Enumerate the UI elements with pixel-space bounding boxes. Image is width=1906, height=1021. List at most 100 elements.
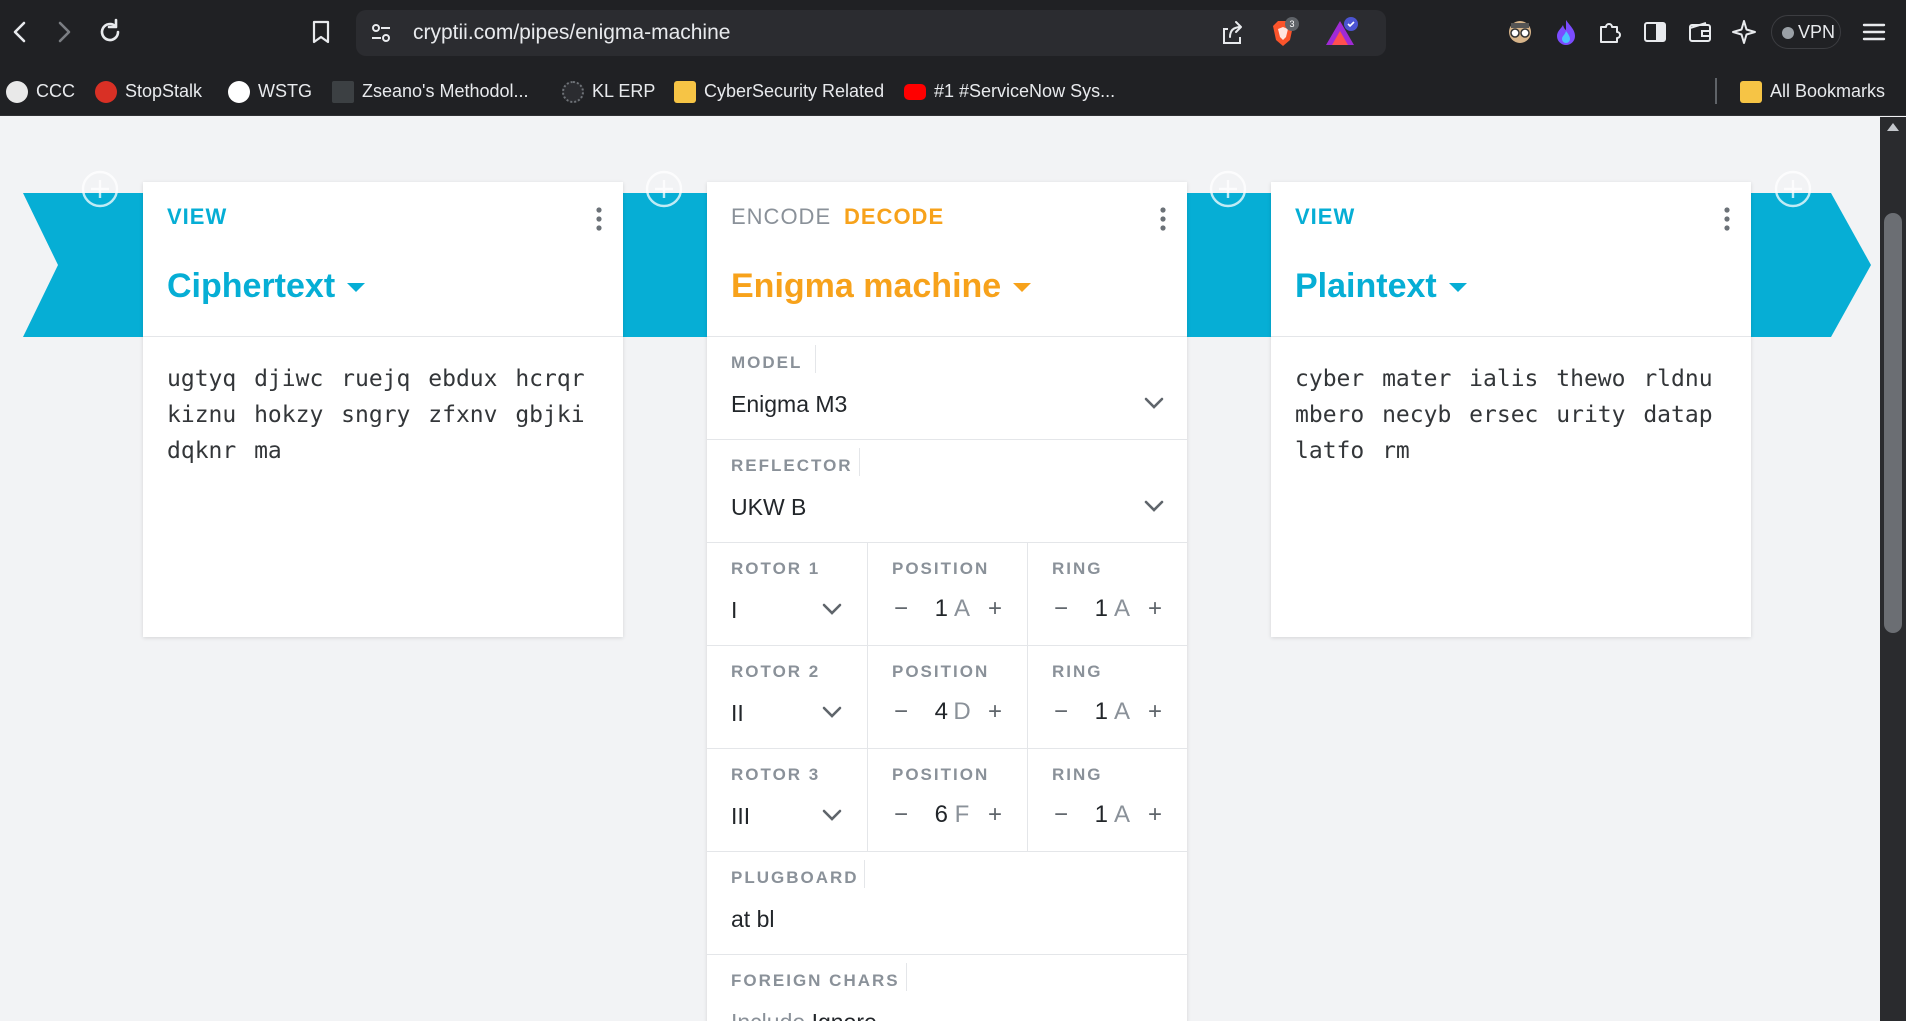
vpn-button[interactable]: VPN (1771, 15, 1841, 49)
chevron-down-icon (822, 706, 842, 718)
tab-encode[interactable]: ENCODE (731, 204, 831, 230)
page-scrollbar[interactable] (1880, 117, 1906, 1021)
extensions-puzzle-icon[interactable] (1595, 17, 1625, 47)
bookmark-wstg[interactable]: WSTG (228, 66, 312, 116)
brick-title-selector[interactable]: Enigma machine (731, 267, 1032, 306)
plugboard-input[interactable]: at bl (731, 906, 774, 933)
brick-title-selector[interactable]: Plaintext (1295, 267, 1467, 306)
ring-value[interactable]: 1 (1082, 595, 1108, 623)
position-value[interactable]: 4 (922, 698, 948, 726)
ring-letter: A (1113, 595, 1130, 622)
bookmark-all-bookmarks[interactable]: All Bookmarks (1740, 66, 1885, 116)
bookmark-page-button[interactable] (306, 17, 336, 47)
brick-title: Enigma machine (731, 267, 1002, 305)
chevron-down-icon (1144, 397, 1164, 409)
bookmark-cybersecurity-folder[interactable]: CyberSecurity Related (674, 66, 884, 116)
tab-view[interactable]: VIEW (1295, 204, 1355, 230)
increment-button[interactable]: + (1142, 698, 1168, 726)
brick-menu-button[interactable] (1159, 206, 1167, 232)
incognito-extension-icon[interactable] (1505, 17, 1535, 47)
increment-button[interactable]: + (982, 595, 1008, 623)
ccc-icon (6, 81, 28, 104)
ring-label: RING (1052, 765, 1103, 784)
reflector-select[interactable]: UKW B (731, 494, 806, 521)
brick-menu-button[interactable] (1723, 206, 1731, 232)
position-value[interactable]: 1 (922, 595, 948, 623)
decrement-button[interactable]: − (888, 698, 914, 726)
plaintext-textarea[interactable]: cyber mater ialis thewo rldnu mbero necy… (1271, 337, 1751, 637)
decrement-button[interactable]: − (1048, 801, 1074, 829)
folder-icon (674, 81, 696, 104)
brick-header: VIEW Plaintext (1271, 182, 1751, 337)
add-circle-icon (1209, 170, 1247, 208)
bookmark-kl-erp[interactable]: KL ERP (562, 66, 655, 116)
tab-view[interactable]: VIEW (167, 204, 227, 230)
reload-button[interactable] (92, 14, 128, 50)
plugboard-field[interactable]: PLUGBOARD at bl (707, 852, 1187, 955)
site-settings-icon[interactable] (368, 20, 394, 46)
add-brick-button[interactable] (1208, 169, 1248, 209)
youtube-icon (904, 84, 926, 101)
rotor-3-select[interactable]: ROTOR 3 III (707, 749, 868, 852)
rotor-value: II (731, 700, 744, 726)
bookmark-zseano[interactable]: Zseano's Methodol... (332, 66, 529, 116)
reflector-field[interactable]: REFLECTOR UKW B (707, 440, 1187, 543)
increment-button[interactable]: + (1142, 595, 1168, 623)
sidebar-toggle-icon[interactable] (1640, 17, 1670, 47)
wallet-icon[interactable] (1685, 17, 1715, 47)
decrement-button[interactable]: − (1048, 595, 1074, 623)
ring-value[interactable]: 1 (1082, 801, 1108, 829)
foreign-include-option[interactable]: Include (731, 1009, 805, 1021)
leo-ai-icon[interactable] (1729, 17, 1759, 47)
scrollbar-thumb[interactable] (1884, 213, 1902, 633)
brick-menu-button[interactable] (595, 206, 603, 232)
brave-shield-icon[interactable]: 3 (1266, 16, 1300, 50)
label-divider (864, 860, 865, 888)
decrement-button[interactable]: − (888, 595, 914, 623)
add-circle-icon (645, 170, 683, 208)
pipe-start-connector (23, 193, 144, 337)
bookmark-servicenow[interactable]: #1 #ServiceNow Sys... (904, 66, 1115, 116)
ciphertext-textarea[interactable]: ugtyq djiwc ruejq ebdux hcrqr kiznu hokz… (143, 337, 623, 637)
bookmark-stopstalk[interactable]: StopStalk (95, 66, 202, 116)
scroll-up-arrow-icon[interactable] (1887, 123, 1899, 131)
caret-down-icon (1448, 283, 1467, 292)
pipe-canvas: VIEW Ciphertext ugtyq djiwc ruejq ebdux … (0, 117, 1880, 1021)
rotor-1-select[interactable]: ROTOR 1 I (707, 543, 868, 646)
increment-button[interactable]: + (982, 801, 1008, 829)
flame-extension-icon[interactable] (1551, 17, 1581, 47)
add-brick-button[interactable] (80, 169, 120, 209)
decrement-button[interactable]: − (1048, 698, 1074, 726)
browser-toolbar: cryptii.com/pipes/enigma-machine 3 VPN (0, 0, 1906, 66)
forward-button[interactable] (46, 14, 82, 50)
ring-letter: A (1113, 698, 1130, 725)
rotor-2-select[interactable]: ROTOR 2 II (707, 646, 868, 749)
increment-button[interactable]: + (982, 698, 1008, 726)
position-value[interactable]: 6 (922, 801, 948, 829)
add-brick-button[interactable] (1773, 169, 1813, 209)
text-line: dqknr ma (167, 438, 282, 464)
ciphertext-brick: VIEW Ciphertext ugtyq djiwc ruejq ebdux … (143, 182, 623, 637)
bookmark-ccc[interactable]: CCC (6, 66, 75, 116)
brick-header: ENCODE DECODE Enigma machine (707, 182, 1187, 337)
model-label: MODEL (731, 353, 803, 372)
tab-decode[interactable]: DECODE (844, 204, 944, 230)
decrement-button[interactable]: − (888, 801, 914, 829)
bookmarks-divider (1715, 78, 1717, 104)
share-icon[interactable] (1218, 19, 1246, 47)
brave-rewards-icon[interactable] (1321, 16, 1361, 50)
brick-title-selector[interactable]: Ciphertext (167, 267, 366, 306)
model-select[interactable]: Enigma M3 (731, 391, 847, 418)
main-menu-button[interactable] (1860, 18, 1888, 46)
ring-label: RING (1052, 662, 1103, 681)
back-button[interactable] (2, 14, 38, 50)
model-field[interactable]: MODEL Enigma M3 (707, 337, 1187, 440)
foreign-ignore-option[interactable]: Ignore (812, 1009, 877, 1021)
address-bar[interactable]: cryptii.com/pipes/enigma-machine 3 (356, 10, 1386, 56)
bookmarks-bar: CCC StopStalk WSTG Zseano's Methodol... … (0, 66, 1906, 116)
url-text[interactable]: cryptii.com/pipes/enigma-machine (413, 10, 730, 56)
increment-button[interactable]: + (1142, 801, 1168, 829)
rotor-value: I (731, 597, 738, 623)
add-brick-button[interactable] (644, 169, 684, 209)
ring-value[interactable]: 1 (1082, 698, 1108, 726)
